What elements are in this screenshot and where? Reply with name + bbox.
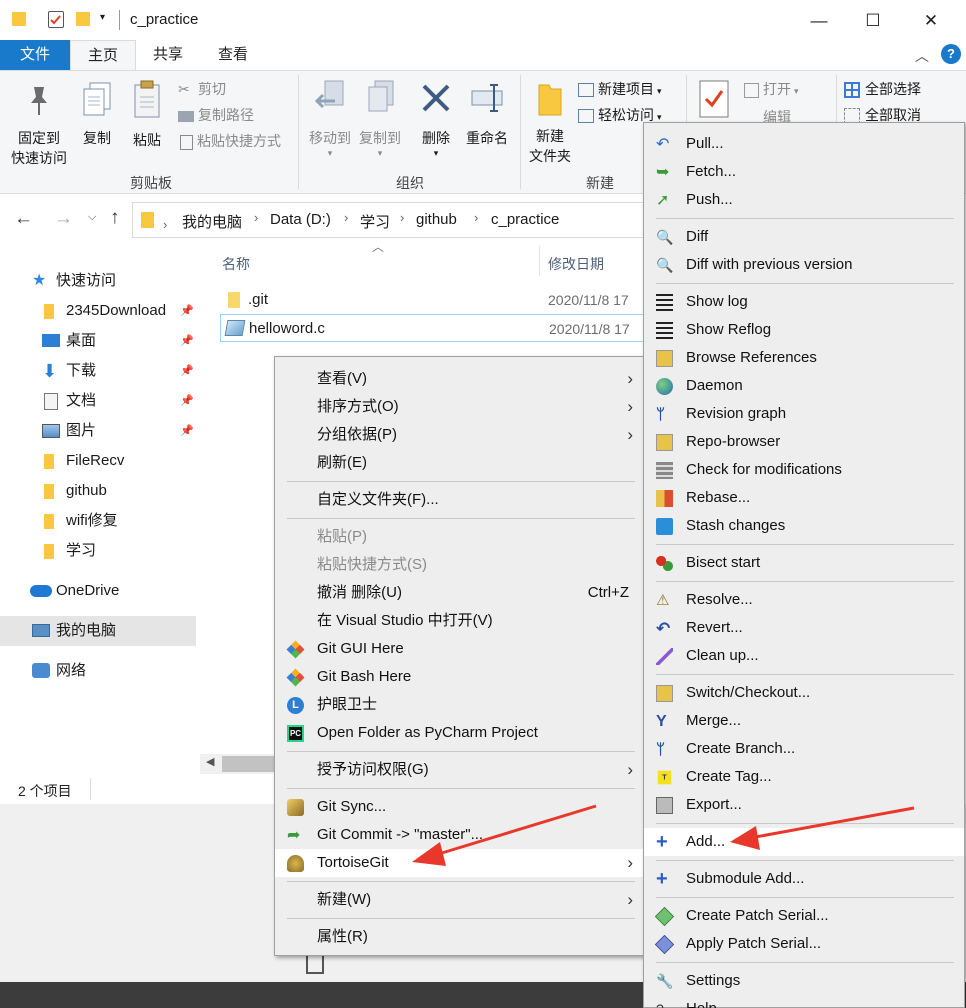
arrow-to-tortoisegit xyxy=(412,804,597,866)
annotation-arrows xyxy=(412,804,915,866)
arrow-to-add xyxy=(730,806,915,850)
